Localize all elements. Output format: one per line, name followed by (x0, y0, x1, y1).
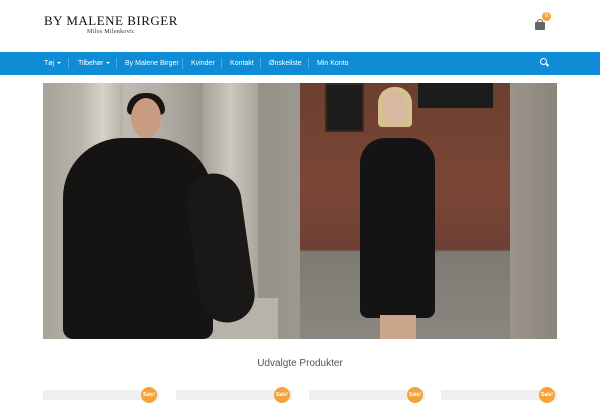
brand-name: BY MALENE BIRGER (44, 13, 178, 28)
nav-divider (182, 58, 183, 69)
sale-badge: Sale! (539, 387, 555, 403)
nav-item-label: Tilbehør (78, 60, 104, 67)
nav-item-onskeliste[interactable]: Ønskeliste (269, 52, 302, 75)
sale-badge: Sale! (141, 387, 157, 403)
main-navigation: Tøj Tilbehør By Malene Birger Kvinder Ko… (0, 52, 600, 75)
model-black-dress (360, 138, 435, 318)
nav-divider (221, 58, 222, 69)
site-header: BY MALENE BIRGER Milos Milenkovic 0 (0, 0, 600, 52)
caret-down-icon (57, 62, 62, 65)
sale-badge: Sale! (274, 387, 290, 403)
nav-item-kvinder[interactable]: Kvinder (191, 52, 215, 75)
hero-banner[interactable] (43, 83, 557, 339)
nav-item-kontakt[interactable]: Kontakt (230, 52, 254, 75)
sale-badge: Sale! (407, 387, 423, 403)
nav-item-label: Tøj (44, 60, 55, 67)
nav-item-by-malene-birger[interactable]: By Malene Birger (125, 52, 179, 75)
section-title: Udvalgte Produkter (257, 358, 343, 369)
cart-count-badge: 0 (542, 12, 551, 21)
site-logo[interactable]: BY MALENE BIRGER Milos Milenkovic (44, 13, 178, 36)
nav-divider (68, 58, 69, 69)
nav-divider (116, 58, 117, 69)
hero-image-left (43, 83, 300, 339)
nav-item-toj[interactable]: Tøj (44, 52, 62, 75)
nav-divider (308, 58, 309, 69)
nav-divider (260, 58, 261, 69)
hero-image-right (300, 83, 557, 339)
search-icon[interactable] (540, 58, 550, 68)
nav-item-min-konto[interactable]: Min Konto (317, 52, 349, 75)
caret-down-icon (106, 62, 111, 65)
brand-subtitle: Milos Milenkovic (86, 29, 135, 35)
nav-item-tilbehor[interactable]: Tilbehør (78, 52, 111, 75)
